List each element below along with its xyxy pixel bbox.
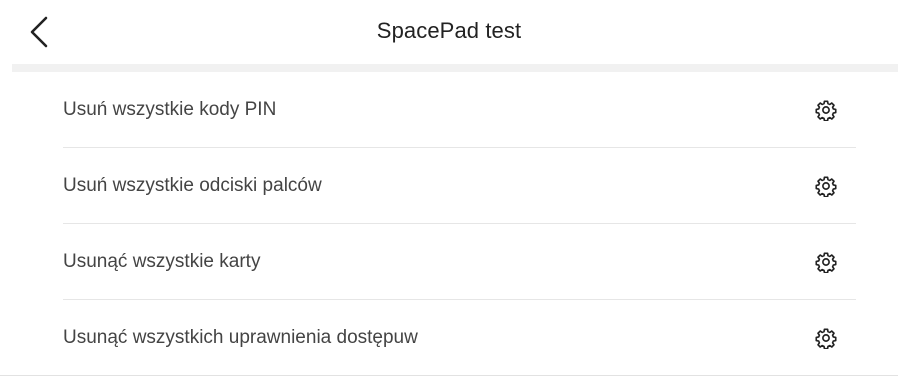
divider — [0, 375, 898, 376]
gear-icon[interactable] — [815, 327, 837, 349]
page-title: SpacePad test — [376, 18, 522, 43]
list-item-delete-cards[interactable]: Usunąć wszystkie karty — [0, 224, 898, 300]
list-item-label: Usunąć wszystkich uprawnienia dostępuw — [63, 327, 418, 348]
header-bar: SpacePad test — [0, 0, 898, 64]
header-separator — [12, 64, 898, 72]
gear-icon[interactable] — [815, 99, 837, 121]
list-item-label: Usunąć wszystkie karty — [63, 251, 261, 272]
list-item-delete-fingerprints[interactable]: Usuń wszystkie odciski palców — [0, 148, 898, 224]
list-item-delete-pin-codes[interactable]: Usuń wszystkie kody PIN — [0, 72, 898, 148]
gear-icon[interactable] — [815, 251, 837, 273]
list-item-label: Usuń wszystkie kody PIN — [63, 99, 277, 120]
gear-icon[interactable] — [815, 175, 837, 197]
list-item-delete-access-permissions[interactable]: Usunąć wszystkich uprawnienia dostępuw — [0, 300, 898, 376]
list-item-label: Usuń wszystkie odciski palców — [63, 175, 322, 196]
settings-list: Usuń wszystkie kody PIN Usuń wszystkie o… — [0, 72, 898, 376]
